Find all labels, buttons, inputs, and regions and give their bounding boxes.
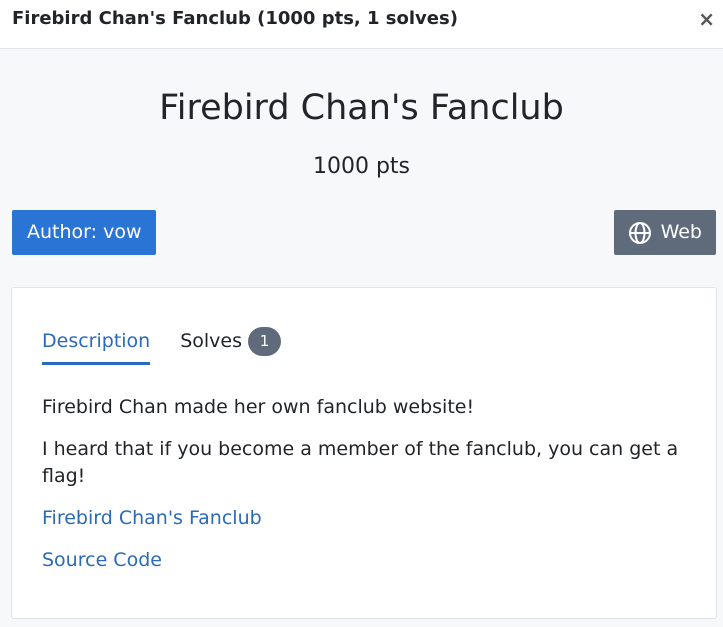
challenge-card: Description Solves 1 Firebird Chan made … [11,287,717,619]
challenge-points: 1000 pts [312,154,411,179]
tab-solves-label: Solves [180,330,243,352]
tab-bar: Description Solves 1 [42,324,282,365]
author-badge: Author: vow [12,210,157,255]
category-label: Web [660,221,702,243]
globe-icon [628,221,652,245]
source-code-link[interactable]: Source Code [42,547,692,574]
close-button[interactable]: × [698,7,715,31]
fanclub-link[interactable]: Firebird Chan's Fanclub [42,505,692,532]
solves-count-badge: 1 [248,326,282,356]
description-paragraph: I heard that if you become a member of t… [42,438,679,487]
category-badge: Web [613,210,716,255]
tab-description-label: Description [42,330,151,352]
tab-solves[interactable]: Solves 1 [180,324,282,365]
modal-title: Firebird Chan's Fanclub (1000 pts, 1 sol… [12,8,458,29]
challenge-description: Firebird Chan made her own fanclub websi… [42,394,692,589]
modal-header: Firebird Chan's Fanclub (1000 pts, 1 sol… [0,0,723,49]
tab-description[interactable]: Description [42,324,151,365]
description-paragraph: Firebird Chan made her own fanclub websi… [42,396,475,418]
challenge-title: Firebird Chan's Fanclub [159,88,564,128]
